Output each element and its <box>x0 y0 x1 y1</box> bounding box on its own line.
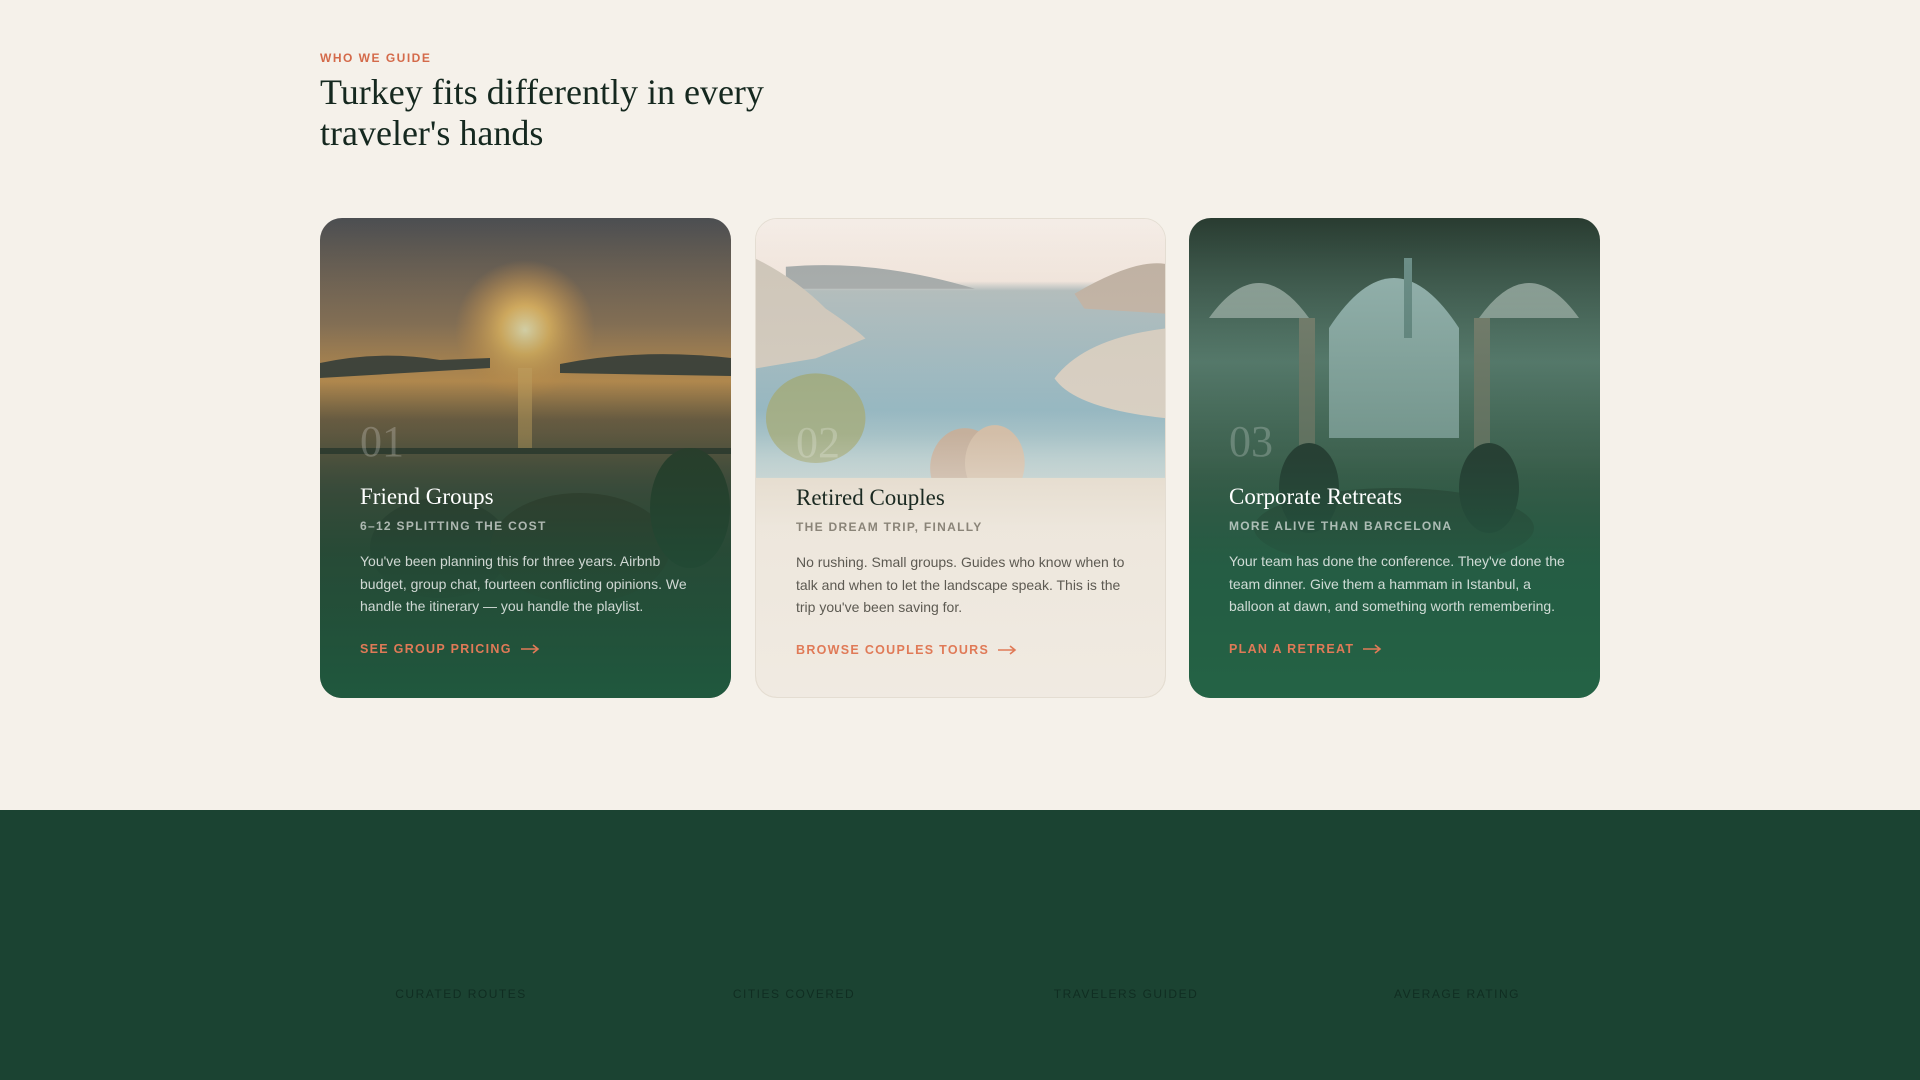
cta-label: PLAN A RETREAT <box>1229 642 1355 656</box>
browse-couples-tours-link[interactable]: BROWSE COUPLES TOURS <box>796 643 1017 657</box>
card-friend-groups[interactable]: 01 Friend Groups 6–12 SPLITTING THE COST… <box>320 218 731 698</box>
stats-band: CURATED ROUTES CITIES COVERED TRAVELERS … <box>0 810 1920 1080</box>
card-subtitle: THE DREAM TRIP, FINALLY <box>796 520 983 534</box>
card-title: Friend Groups <box>360 484 494 509</box>
card-title: Retired Couples <box>796 485 945 510</box>
section-eyebrow: WHO WE GUIDE <box>320 51 432 65</box>
cta-label: BROWSE COUPLES TOURS <box>796 643 990 657</box>
card-corporate-retreats[interactable]: 03 Corporate Retreats MORE ALIVE THAN BA… <box>1189 218 1600 698</box>
card-number: 03 <box>1229 417 1273 466</box>
card-description: Your team has done the conference. They'… <box>1229 553 1565 614</box>
card-subtitle: 6–12 SPLITTING THE COST <box>360 519 547 533</box>
arrow-right-icon <box>998 645 1017 655</box>
arrow-right-icon <box>520 644 540 654</box>
card-number: 02 <box>796 418 840 467</box>
plan-a-retreat-link[interactable]: PLAN A RETREAT <box>1229 642 1382 656</box>
card-description: No rushing. Small groups. Guides who kno… <box>796 554 1125 615</box>
stat-label-travelers-guided: TRAVELERS GUIDED <box>1053 987 1199 1001</box>
cta-label: SEE GROUP PRICING <box>360 642 512 656</box>
card-description: You've been planning this for three year… <box>360 553 687 614</box>
section-headline: Turkey fits differently in every travele… <box>320 72 764 153</box>
card-title: Corporate Retreats <box>1229 484 1403 509</box>
card-retired-couples[interactable]: 02 Retired Couples THE DREAM TRIP, FINAL… <box>755 218 1166 698</box>
who-we-guide-section: WHO WE GUIDE Turkey fits differently in … <box>0 0 1920 810</box>
stat-label-curated-routes: CURATED ROUTES <box>395 987 527 1001</box>
stat-label-cities-covered: CITIES COVERED <box>732 987 856 1001</box>
card-subtitle: MORE ALIVE THAN BARCELONA <box>1229 519 1453 533</box>
card-number: 01 <box>360 417 404 466</box>
arrow-right-icon <box>1363 644 1382 654</box>
stat-label-average-rating: AVERAGE RATING <box>1394 987 1520 1001</box>
see-group-pricing-link[interactable]: SEE GROUP PRICING <box>360 642 540 656</box>
